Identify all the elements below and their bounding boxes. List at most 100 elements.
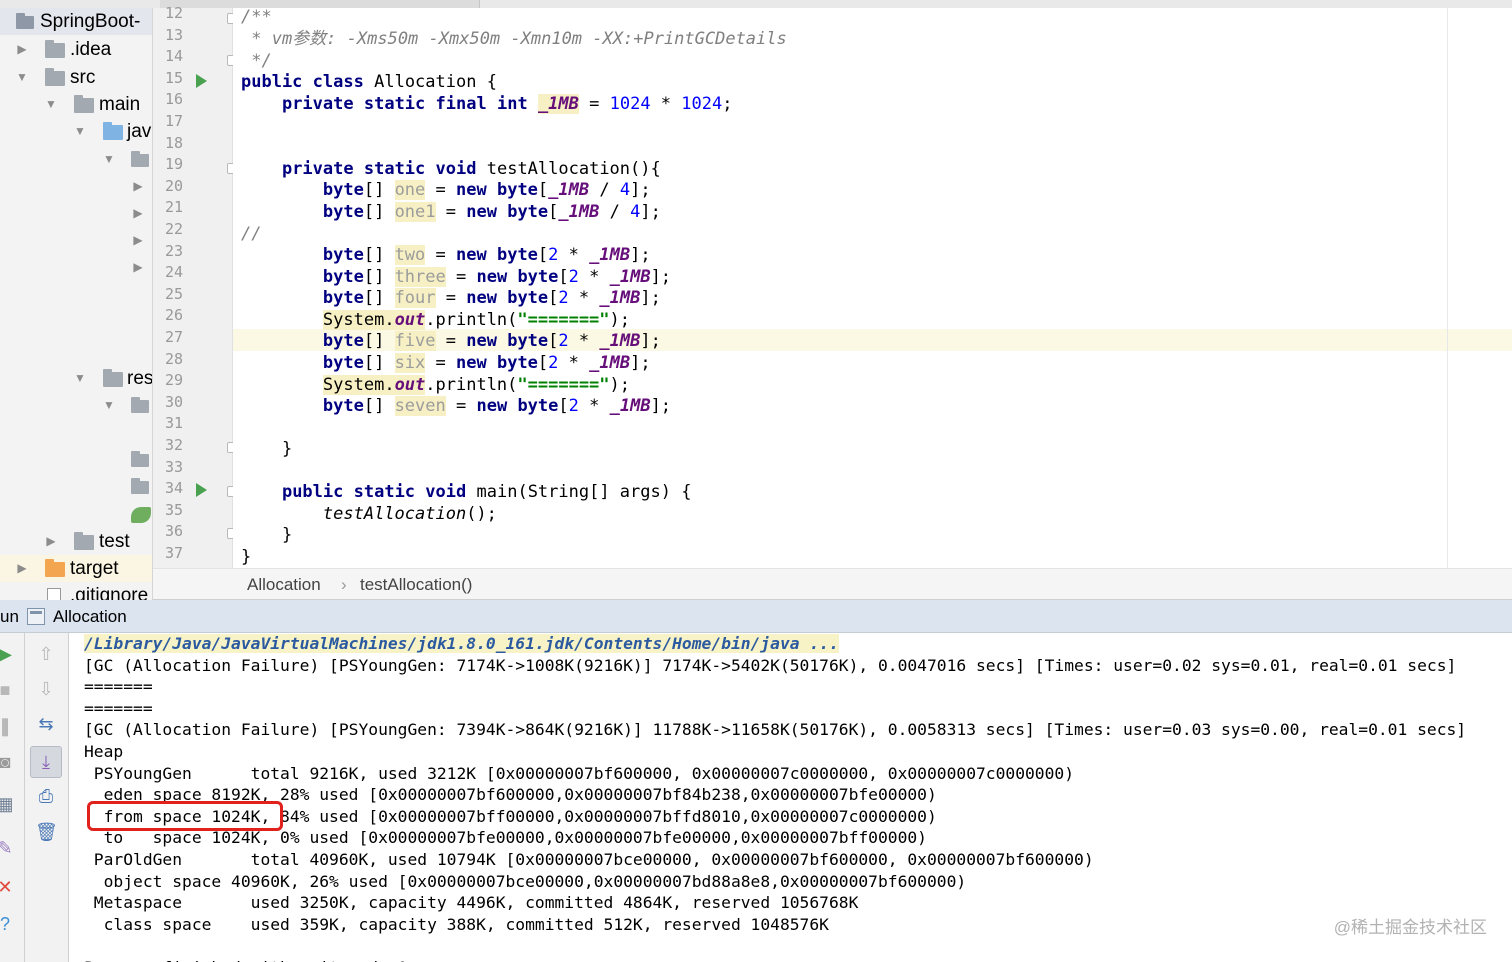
line-number: 33 [164,457,183,476]
tree-item-collapsed[interactable]: ▶ [0,254,152,281]
console-line: [GC (Allocation Failure) [PSYoungGen: 73… [84,720,1467,740]
line-number: 14 [164,47,183,66]
console-line: Metaspace used 3250K, capacity 4496K, co… [84,893,859,913]
code-line: byte[] one1 = new byte[_1MB / 4]; [322,202,661,222]
line-number: 31 [164,414,183,433]
console-line: class space used 359K, capacity 388K, co… [84,914,829,934]
print-icon[interactable]: ⎙ [35,785,57,807]
tree-item-package[interactable] [0,473,152,500]
package-icon [131,397,149,413]
trash-icon[interactable]: 🗑 [35,821,58,843]
code-line: byte[] three = new byte[2 * _1MB]; [322,267,672,287]
line-number: 36 [164,522,183,541]
line-number: 29 [164,371,183,390]
editor-tab-strip [0,0,1512,8]
tree-item-package[interactable] [0,446,152,473]
tree-item-idea[interactable]: ▶ .idea [0,36,152,63]
console-line: ======= [84,677,153,697]
chevron-down-icon[interactable]: ▼ [73,365,87,392]
tree-item-collapsed[interactable]: ▶ [0,227,152,254]
code-line: testAllocation(); [322,504,497,524]
line-number: 35 [164,500,183,519]
code-line: byte[] four = new byte[2 * _1MB]; [322,288,661,308]
arrow-up-icon[interactable]: ⇧ [35,643,57,665]
package-icon [131,478,149,494]
run-tab-allocation[interactable]: Allocation [53,607,127,627]
tree-item-package[interactable]: ▼ [0,146,152,173]
editor-tab[interactable] [160,0,480,8]
tree-item-gitignore[interactable]: .gitignore [0,582,152,600]
folder-icon [45,40,65,58]
editor-gutter: 12 13 14 15 16 17 18 19 20 21 22 23 24 25 26 27 28 29 30 31… [153,4,238,568]
project-tree: SpringBoot- ▶ .idea ▼ src ▼ main ▼ jav ▼… [0,8,153,600]
code-line: } [281,525,293,545]
layout-icon[interactable]: ▦ [0,793,16,815]
arrow-down-icon[interactable]: ⇩ [35,678,57,700]
breadcrumb-class[interactable]: Allocation [247,575,321,595]
pin-icon[interactable]: ✎ [0,837,16,859]
line-number: 28 [164,349,183,368]
line-number: 27 [164,328,183,346]
line-number: 22 [164,220,183,238]
close-icon[interactable]: ✕ [0,876,16,898]
right-margin-guide [1447,8,1448,568]
camera-icon[interactable]: ◙ [0,751,16,773]
tree-item-java[interactable]: ▼ jav [0,118,152,145]
help-icon[interactable]: ? [0,913,16,935]
run-toolbar-primary: ▶ ■ ❚ ◙ ▦ ✎ ✕ ? [0,633,25,962]
chevron-down-icon[interactable]: ▼ [102,146,116,173]
line-number: 37 [164,544,183,562]
chevron-right-icon[interactable]: ▶ [15,555,29,582]
chevron-right-icon[interactable]: ▶ [131,254,145,281]
run-panel-title: un [0,607,19,626]
stop-icon[interactable]: ■ [0,679,16,701]
code-line: */ [241,51,272,71]
chevron-down-icon[interactable]: ▼ [15,64,29,91]
console-output[interactable]: /Library/Java/JavaVirtualMachines/jdk1.8… [69,633,1512,962]
folder-icon [74,95,94,113]
line-number: 12 [164,4,183,22]
tree-item-test[interactable]: ▶ test [0,528,152,555]
chevron-down-icon[interactable]: ▼ [102,392,116,419]
soft-wrap-icon[interactable]: ⇆ [35,713,57,735]
code-line: byte[] two = new byte[2 * _1MB]; [322,245,651,265]
chevron-right-icon[interactable]: ▶ [131,200,145,227]
tree-item-collapsed[interactable]: ▶ [0,173,152,200]
tree-item-src[interactable]: ▼ src [0,64,152,91]
rerun-icon[interactable]: ▶ [0,643,16,665]
code-line: System.out.println("======="); [322,375,631,395]
console-line: object space 40960K, 26% used [0x0000000… [84,871,967,891]
tree-item-module[interactable]: SpringBoot- [0,8,152,35]
tree-item-config[interactable] [0,501,152,528]
tree-item-resources[interactable]: ▼ res [0,365,152,392]
chevron-right-icon[interactable]: ▶ [44,528,58,555]
tree-item-collapsed[interactable]: ▶ [0,200,152,227]
chevron-down-icon[interactable]: ▼ [44,91,58,118]
line-number: 13 [164,25,183,44]
breadcrumb-method[interactable]: testAllocation() [360,575,472,595]
spring-config-icon [131,507,151,523]
tree-item-target[interactable]: ▶ target [0,555,152,582]
line-number: 16 [164,90,183,109]
console-line: PSYoungGen total 9216K, used 3212K [0x00… [84,763,1075,783]
run-gutter-icon[interactable] [196,74,207,88]
line-number: 17 [164,112,183,130]
chevron-right-icon[interactable]: ▶ [15,36,29,63]
line-number: 19 [164,155,183,174]
console-command-line: /Library/Java/JavaVirtualMachines/jdk1.8… [84,634,839,653]
chevron-right-icon[interactable]: ▶ [131,173,145,200]
run-gutter-icon[interactable] [196,483,207,497]
code-line: private static final int _1MB = 1024 * 1… [281,94,733,114]
code-editor[interactable]: /** * vm参数: -Xms50m -Xmx50m -Xmn10m -XX:… [233,8,1512,568]
code-line: byte[] one = new byte[_1MB / 4]; [322,180,651,200]
package-icon [131,451,149,467]
line-number: 26 [164,306,183,325]
tree-item-package[interactable]: ▼ [0,392,152,419]
chevron-down-icon[interactable]: ▼ [73,118,87,145]
code-line: * vm参数: -Xms50m -Xmx50m -Xmn10m -XX:+Pri… [241,29,787,49]
tree-item-main[interactable]: ▼ main [0,91,152,118]
console-line: ParOldGen total 40960K, used 10794K [0x0… [84,850,1094,869]
resources-folder-icon [103,369,123,387]
pause-icon[interactable]: ❚ [0,715,16,737]
chevron-right-icon[interactable]: ▶ [131,227,145,254]
